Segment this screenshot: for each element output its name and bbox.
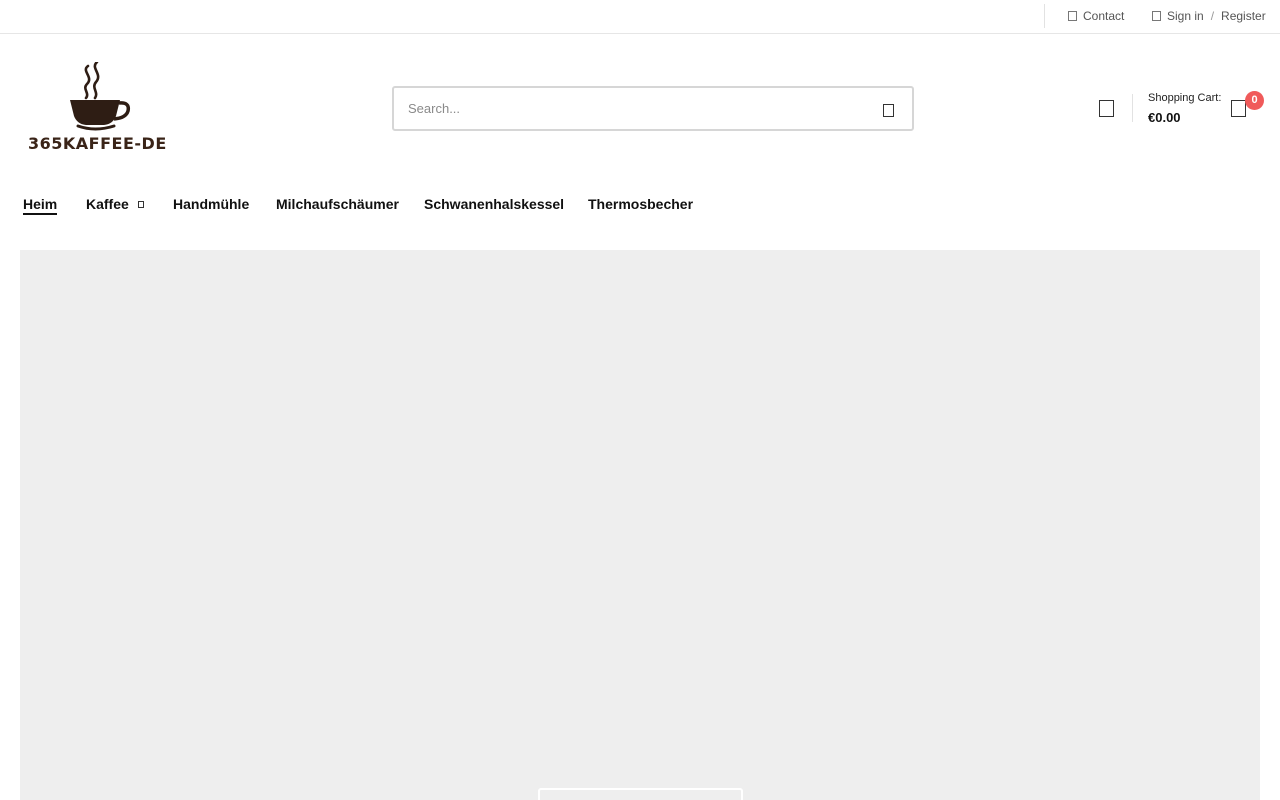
phone-icon — [1068, 11, 1077, 21]
cart-count-badge: 0 — [1245, 91, 1264, 110]
account-separator: / — [1210, 9, 1215, 23]
heart-icon[interactable] — [1099, 100, 1114, 117]
search-input[interactable] — [408, 88, 848, 129]
contact-link[interactable]: Contact — [1068, 9, 1124, 23]
cart-total: €0.00 — [1148, 110, 1181, 125]
bag-icon[interactable] — [1231, 100, 1246, 117]
account-links: Sign in / Register — [1152, 9, 1266, 23]
hero-button[interactable] — [538, 788, 743, 800]
topbar-divider — [1044, 4, 1045, 28]
hero-banner — [20, 250, 1260, 800]
nav-item-heim[interactable]: Heim — [23, 196, 58, 215]
user-icon — [1152, 11, 1161, 21]
top-bar: Contact Sign in / Register — [0, 0, 1280, 34]
coffee-cup-logo-icon — [70, 62, 131, 131]
nav-item-handmuehle[interactable]: Handmühle — [173, 196, 249, 212]
search-bar — [392, 86, 914, 131]
register-link[interactable]: Register — [1221, 9, 1266, 23]
site-logo[interactable]: 365KAFFEE-DE — [28, 60, 170, 156]
chevron-down-icon — [137, 200, 144, 208]
brand-name: 365KAFFEE-DE — [28, 134, 167, 153]
cart-label: Shopping Cart: — [1148, 92, 1222, 104]
contact-label: Contact — [1083, 9, 1125, 23]
nav-item-thermosbecher[interactable]: Thermosbecher — [588, 196, 693, 212]
nav-item-kaffee[interactable]: Kaffee — [86, 196, 144, 212]
nav-item-label: Kaffee — [86, 196, 129, 212]
nav-item-schwanenhalskessel[interactable]: Schwanenhalskessel — [424, 196, 564, 212]
nav-item-milchaufschaeumer[interactable]: Milchaufschäumer — [276, 196, 399, 212]
search-icon[interactable] — [883, 104, 894, 117]
header-divider — [1132, 94, 1133, 122]
sign-in-link[interactable]: Sign in — [1167, 9, 1204, 23]
